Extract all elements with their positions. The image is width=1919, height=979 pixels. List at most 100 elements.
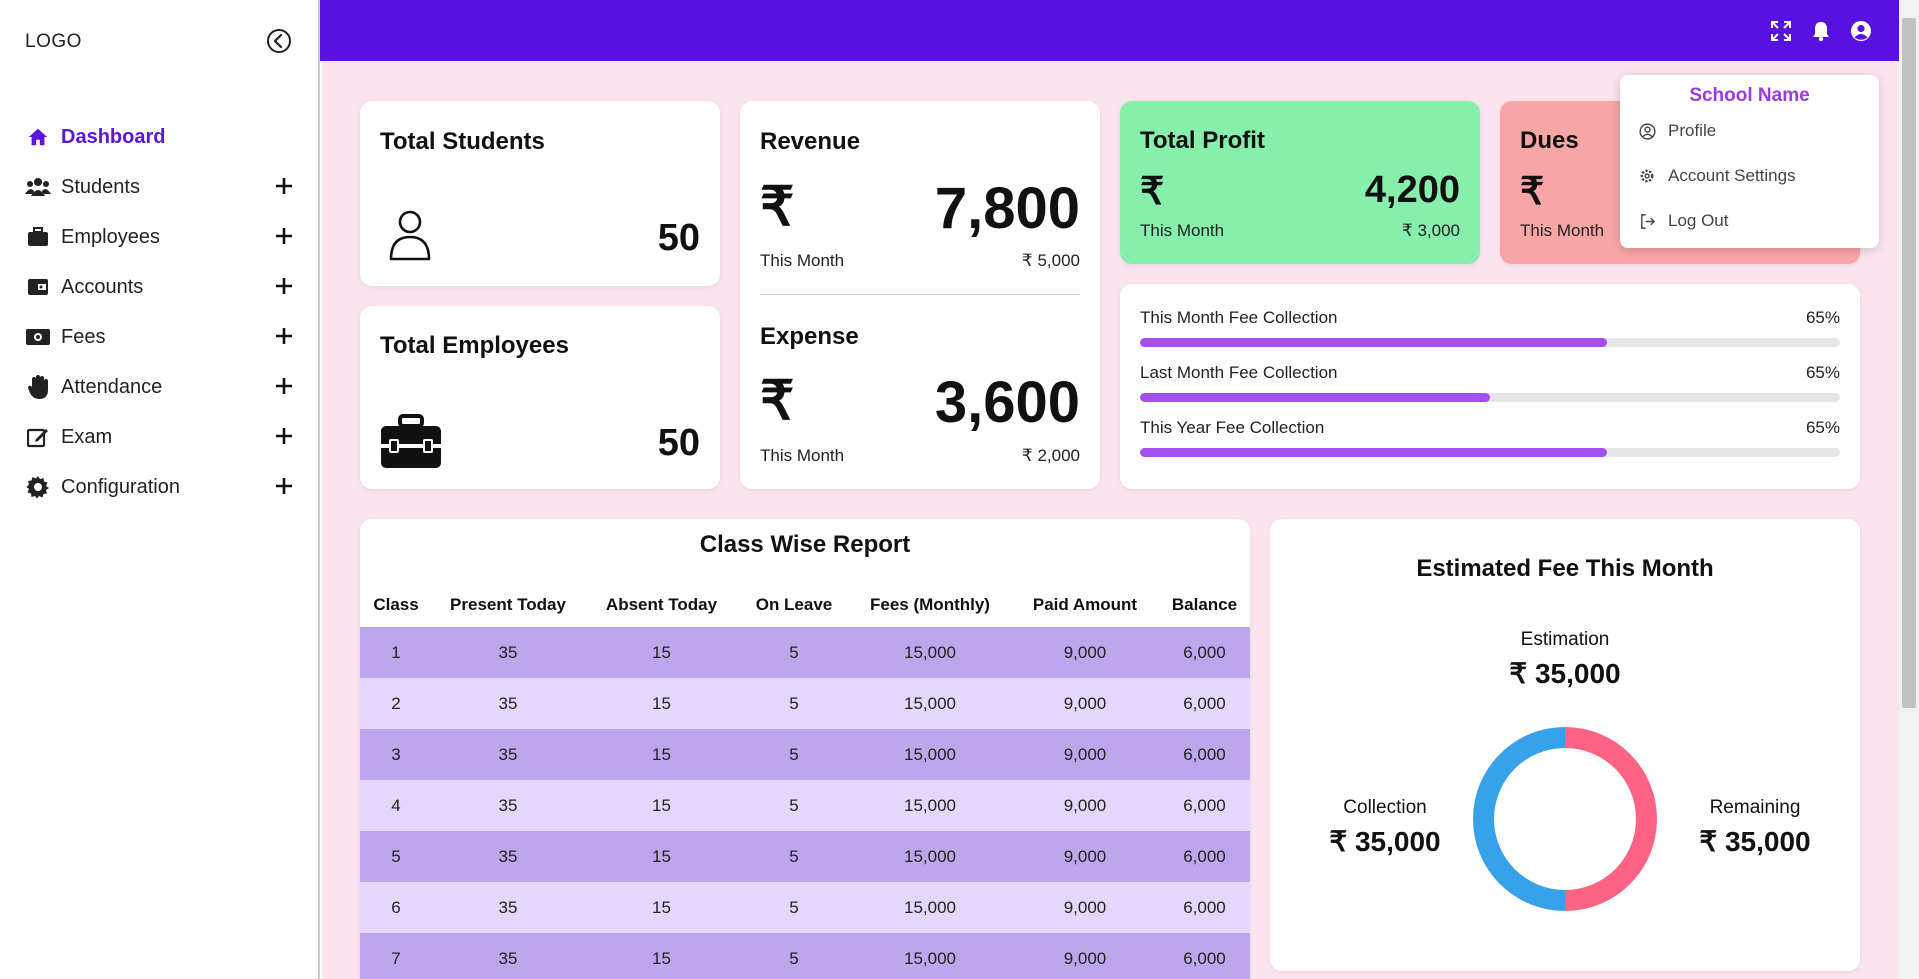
table-cell: 15,000 bbox=[849, 729, 1011, 780]
school-name: School Name bbox=[1689, 85, 1810, 106]
table-cell: 9,000 bbox=[1011, 627, 1159, 678]
dropdown-item-account-settings[interactable]: Account Settings bbox=[1638, 166, 1796, 186]
table-cell: 15 bbox=[584, 780, 739, 831]
sidebar-item-attendance[interactable]: Attendance bbox=[0, 362, 320, 412]
collection-value: ₹ 35,000 bbox=[1329, 826, 1441, 857]
sidebar-item-label: Exam bbox=[61, 425, 113, 448]
table-cell: 35 bbox=[432, 627, 584, 678]
plus-icon[interactable] bbox=[274, 326, 294, 346]
revenue-value: 7,800 bbox=[934, 176, 1080, 241]
expense-previous: ₹ 2,000 bbox=[1021, 446, 1080, 465]
table-cell: 6,000 bbox=[1159, 780, 1250, 831]
table-cell: 6,000 bbox=[1159, 831, 1250, 882]
table-cell: 6,000 bbox=[1159, 933, 1250, 979]
table-row: 2 35 15 5 15,000 9,000 6,000 bbox=[360, 678, 1250, 729]
total-students-card: Total Students 50 bbox=[360, 101, 720, 286]
sidebar-item-employees[interactable]: Employees bbox=[0, 212, 320, 262]
table-cell: 9,000 bbox=[1011, 933, 1159, 979]
total-employees-card: Total Employees 50 bbox=[360, 306, 720, 489]
profile-dropdown: School Name Profile Account Settings Log… bbox=[1620, 75, 1879, 248]
plus-icon[interactable] bbox=[274, 476, 294, 496]
revenue-expense-card: Revenue ₹ 7,800 This Month ₹ 5,000 Expen… bbox=[740, 101, 1100, 489]
sidebar-item-label: Students bbox=[61, 175, 140, 198]
card-title: Total Employees bbox=[380, 332, 569, 359]
expense-value: 3,600 bbox=[934, 370, 1080, 435]
column-header: Absent Today bbox=[605, 595, 718, 614]
rupee-icon: ₹ bbox=[760, 177, 795, 237]
progress-fill bbox=[1140, 338, 1607, 347]
table-cell: 5 bbox=[739, 933, 849, 979]
progress-label: This Year Fee Collection bbox=[1140, 418, 1325, 437]
dropdown-item-label: Log Out bbox=[1668, 211, 1729, 230]
sidebar-item-accounts[interactable]: Accounts bbox=[0, 262, 320, 312]
column-header: Present Today bbox=[450, 595, 566, 614]
progress-percent: 65% bbox=[1805, 418, 1840, 437]
plus-icon[interactable] bbox=[274, 176, 294, 196]
sidebar-nav: Dashboard Students Employees Accounts Fe… bbox=[0, 112, 320, 512]
progress-track bbox=[1140, 393, 1840, 402]
collapse-sidebar-button[interactable] bbox=[265, 27, 293, 55]
estimated-fee-card: Estimated Fee This Month Estimation ₹ 35… bbox=[1270, 519, 1860, 971]
sidebar-item-students[interactable]: Students bbox=[0, 162, 320, 212]
card-title: Total Profit bbox=[1140, 127, 1265, 154]
table-cell: 15 bbox=[584, 933, 739, 979]
table-cell: 15 bbox=[584, 729, 739, 780]
table-cell: 5 bbox=[739, 627, 849, 678]
page-scrollbar[interactable] bbox=[1899, 0, 1919, 979]
plus-icon[interactable] bbox=[274, 426, 294, 446]
sidebar-item-label: Fees bbox=[61, 325, 106, 348]
sidebar: LOGO Dashboard Students Employees Accoun… bbox=[0, 0, 320, 979]
scrollbar-thumb[interactable] bbox=[1902, 18, 1916, 708]
rupee-icon: ₹ bbox=[760, 371, 795, 431]
table-cell: 15 bbox=[584, 831, 739, 882]
table-cell: 1 bbox=[360, 627, 432, 678]
table-cell: 9,000 bbox=[1011, 678, 1159, 729]
table-cell: 15,000 bbox=[849, 678, 1011, 729]
table-cell: 35 bbox=[432, 729, 584, 780]
sidebar-item-dashboard[interactable]: Dashboard bbox=[0, 112, 320, 162]
total-profit-value: 4,200 bbox=[1364, 169, 1460, 211]
column-header: Class bbox=[373, 595, 419, 614]
toolbox-icon bbox=[381, 414, 441, 468]
fullscreen-icon[interactable] bbox=[1770, 20, 1792, 42]
money-icon bbox=[25, 324, 51, 350]
remaining-label: Remaining bbox=[1709, 797, 1801, 818]
total-students-value: 50 bbox=[657, 217, 700, 259]
table-cell: 6,000 bbox=[1159, 678, 1250, 729]
dropdown-item-logout[interactable]: Log Out bbox=[1638, 211, 1729, 231]
sidebar-item-label: Accounts bbox=[61, 275, 144, 298]
column-header: On Leave bbox=[755, 595, 833, 614]
table-cell: 5 bbox=[739, 882, 849, 933]
table-cell: 6 bbox=[360, 882, 432, 933]
plus-icon[interactable] bbox=[274, 226, 294, 246]
table-cell: 15,000 bbox=[849, 627, 1011, 678]
table-cell: 15,000 bbox=[849, 831, 1011, 882]
plus-icon[interactable] bbox=[274, 276, 294, 296]
topbar bbox=[320, 0, 1899, 61]
table-cell: 5 bbox=[739, 678, 849, 729]
expense-period: This Month bbox=[760, 446, 845, 465]
table-cell: 6,000 bbox=[1159, 729, 1250, 780]
progress-label: This Month Fee Collection bbox=[1140, 308, 1338, 327]
sidebar-item-exam[interactable]: Exam bbox=[0, 412, 320, 462]
home-icon bbox=[25, 124, 51, 150]
plus-icon[interactable] bbox=[274, 376, 294, 396]
wallet-icon bbox=[25, 274, 51, 300]
collection-label: Collection bbox=[1343, 797, 1427, 818]
donut-segment-collection bbox=[1473, 727, 1565, 911]
progress-fill bbox=[1140, 393, 1490, 402]
card-title: Total Students bbox=[380, 128, 545, 155]
user-outline-icon bbox=[389, 210, 431, 261]
bell-icon[interactable] bbox=[1810, 20, 1832, 42]
user-circle-icon[interactable] bbox=[1850, 20, 1872, 42]
donut-segment-remaining bbox=[1565, 727, 1657, 911]
users-icon bbox=[25, 174, 51, 200]
dropdown-item-profile[interactable]: Profile bbox=[1638, 121, 1716, 141]
sidebar-item-configuration[interactable]: Configuration bbox=[0, 462, 320, 512]
fee-donut-chart bbox=[1473, 727, 1657, 911]
class-report-title: Class Wise Report bbox=[699, 531, 911, 558]
sidebar-item-fees[interactable]: Fees bbox=[0, 312, 320, 362]
table-cell: 15 bbox=[584, 678, 739, 729]
table-cell: 35 bbox=[432, 678, 584, 729]
table-cell: 3 bbox=[360, 729, 432, 780]
